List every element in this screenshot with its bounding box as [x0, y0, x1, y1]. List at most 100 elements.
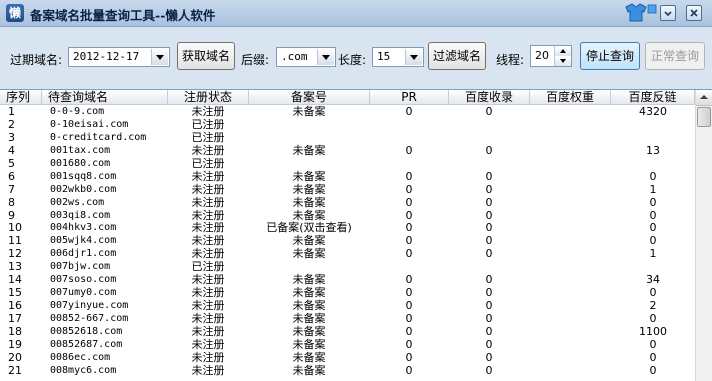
column-header-baidu-backlinks[interactable]: 百度反链 — [611, 90, 695, 105]
row-baidu-index: 0 — [485, 299, 493, 313]
table-row[interactable]: 8 002ws.com 未注册 未备案 0 0 0 — [0, 196, 695, 209]
shirt-icon[interactable] — [622, 3, 658, 23]
row-baidu-backlinks: 0 — [649, 234, 657, 248]
table-row[interactable]: 2 0-10eisai.com 已注册 — [0, 118, 695, 131]
expire-date-select[interactable]: 2012-12-17 — [68, 47, 170, 67]
scroll-thumb[interactable] — [697, 107, 711, 127]
row-index: 8 — [8, 195, 15, 209]
row-baidu-index: 0 — [485, 182, 493, 196]
table-row[interactable]: 12 006djr1.com 未注册 未备案 0 0 1 — [0, 247, 695, 260]
row-domain: 004hkv3.com — [50, 222, 117, 234]
row-pr: 0 — [405, 221, 413, 235]
row-pr: 0 — [405, 195, 413, 209]
row-status: 未注册 — [191, 324, 225, 338]
row-beian: 未备案 — [292, 337, 326, 351]
row-baidu-weight — [530, 221, 610, 234]
chevron-down-icon[interactable] — [151, 49, 168, 65]
table-row[interactable]: 6 001sqq8.com 未注册 未备案 0 0 0 — [0, 170, 695, 183]
row-status: 已注册 — [191, 117, 225, 131]
row-baidu-backlinks — [611, 260, 695, 273]
window-title: 备案域名批量查询工具--懒人软件 — [30, 8, 216, 23]
row-baidu-backlinks: 0 — [649, 221, 657, 235]
scroll-up-icon[interactable] — [696, 90, 712, 106]
row-baidu-weight — [530, 364, 610, 377]
table-row[interactable]: 1 0-0-9.com 未注册 未备案 0 0 4320 — [0, 105, 695, 118]
row-baidu-backlinks — [611, 157, 695, 170]
suffix-select[interactable]: .com — [276, 47, 336, 67]
table-row[interactable]: 11 005wjk4.com 未注册 未备案 0 0 0 — [0, 234, 695, 247]
threads-stepper[interactable]: 20 — [530, 45, 572, 67]
row-index: 17 — [8, 312, 22, 325]
row-status: 未注册 — [191, 143, 225, 157]
row-index: 5 — [8, 156, 15, 170]
row-domain: 001680.com — [50, 157, 111, 169]
stepper-down-icon[interactable] — [554, 56, 571, 66]
chevron-down-icon[interactable] — [405, 49, 422, 65]
row-baidu-backlinks: 34 — [646, 273, 660, 287]
row-baidu-backlinks: 0 — [649, 337, 657, 351]
toolbar: 过期域名: 2012-12-17 获取域名 后缀: .com 长度: 15 过滤… — [0, 27, 712, 89]
results-table[interactable]: 序列 待查询域名 注册状态 备案号 PR 百度收录 百度权重 百度反链 1 0-0… — [0, 89, 712, 381]
length-select[interactable]: 15 — [372, 47, 424, 67]
row-baidu-index — [449, 157, 529, 170]
table-row[interactable]: 21 008myc6.com 未注册 未备案 0 0 0 — [0, 364, 695, 377]
column-header-status[interactable]: 注册状态 — [168, 90, 249, 105]
row-index: 9 — [8, 208, 15, 222]
row-beian: 未备案 — [292, 286, 326, 300]
table-row[interactable]: 7 002wkb0.com 未注册 未备案 0 0 1 — [0, 183, 695, 196]
column-header-beian[interactable]: 备案号 — [249, 90, 370, 105]
row-pr: 0 — [405, 143, 413, 157]
table-row[interactable]: 20 0086ec.com 未注册 未备案 0 0 0 — [0, 351, 695, 364]
table-row[interactable]: 14 007soso.com 未注册 未备案 0 0 34 — [0, 273, 695, 286]
column-header-pr[interactable]: PR — [370, 90, 449, 105]
stop-query-button[interactable]: 停止查询 — [580, 42, 640, 70]
row-pr: 0 — [405, 273, 413, 287]
row-baidu-weight — [530, 286, 610, 299]
row-baidu-backlinks: 1100 — [639, 324, 667, 338]
fetch-domains-button[interactable]: 获取域名 — [177, 42, 235, 70]
column-header-baidu-index[interactable]: 百度收录 — [449, 90, 530, 105]
table-row[interactable]: 17 00852-667.com 未注册 未备案 0 0 0 — [0, 312, 695, 325]
table-row[interactable]: 16 007yinyue.com 未注册 未备案 0 0 2 — [0, 299, 695, 312]
column-header-index[interactable]: 序列 — [0, 90, 42, 105]
row-baidu-index — [449, 118, 529, 131]
table-row[interactable]: 4 001tax.com 未注册 未备案 0 0 13 — [0, 144, 695, 157]
row-baidu-index: 0 — [485, 234, 493, 248]
row-baidu-index: 0 — [485, 208, 493, 222]
column-header-domain[interactable]: 待查询域名 — [42, 90, 168, 105]
column-header-baidu-weight[interactable]: 百度权重 — [530, 90, 611, 105]
normal-query-button[interactable]: 正常查询 — [645, 42, 705, 70]
row-baidu-weight — [530, 247, 610, 260]
table-row[interactable]: 13 007bjw.com 已注册 — [0, 260, 695, 273]
vertical-scrollbar[interactable] — [695, 90, 712, 381]
row-baidu-backlinks: 0 — [649, 169, 657, 183]
table-row[interactable]: 19 00852687.com 未注册 未备案 0 0 0 — [0, 338, 695, 351]
row-baidu-backlinks — [611, 118, 695, 131]
close-button[interactable] — [686, 5, 702, 21]
table-row[interactable]: 5 001680.com 已注册 — [0, 157, 695, 170]
row-domain: 0-10eisai.com — [50, 118, 129, 130]
row-status: 未注册 — [191, 247, 225, 261]
table-row[interactable]: 15 007umy0.com 未注册 未备案 0 0 0 — [0, 286, 695, 299]
row-baidu-backlinks: 0 — [649, 286, 657, 300]
row-baidu-weight — [530, 234, 610, 247]
row-pr — [370, 260, 448, 273]
row-baidu-weight — [530, 105, 610, 118]
table-row[interactable]: 10 004hkv3.com 未注册 已备案(双击查看) 0 0 0 — [0, 221, 695, 234]
row-index: 7 — [8, 182, 15, 196]
row-status: 未注册 — [191, 208, 225, 222]
threads-label: 线程: — [496, 53, 525, 67]
minimize-button[interactable] — [660, 5, 676, 21]
chevron-down-icon[interactable] — [317, 49, 334, 65]
row-index: 2 — [8, 117, 15, 131]
row-domain: 00852687.com — [50, 338, 123, 350]
filter-domains-button[interactable]: 过滤域名 — [428, 42, 486, 70]
table-row[interactable]: 3 0-creditcard.com 已注册 — [0, 131, 695, 144]
table-row[interactable]: 18 00852618.com 未注册 未备案 0 0 1100 — [0, 325, 695, 338]
row-baidu-weight — [530, 209, 610, 222]
row-baidu-index: 0 — [485, 363, 493, 377]
row-status: 未注册 — [191, 221, 225, 235]
row-domain: 0086ec.com — [50, 351, 111, 363]
table-row[interactable]: 9 003qi8.com 未注册 未备案 0 0 0 — [0, 209, 695, 222]
row-domain: 006djr1.com — [50, 248, 117, 260]
